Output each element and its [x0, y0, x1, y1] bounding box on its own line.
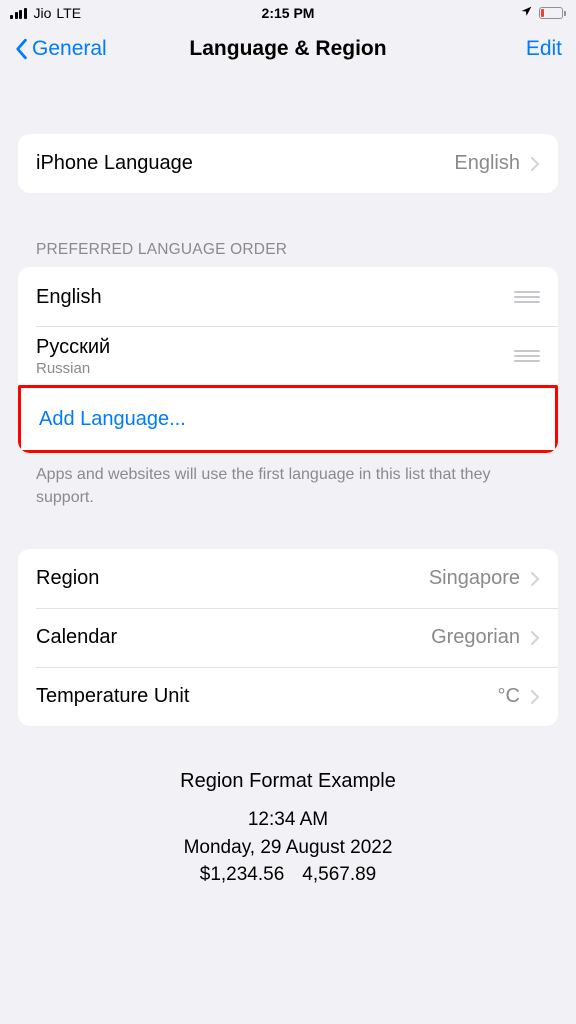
- chevron-right-icon: [530, 689, 540, 705]
- row-label: Temperature Unit: [36, 685, 189, 708]
- row-label: Calendar: [36, 626, 117, 649]
- drag-handle-icon[interactable]: [514, 350, 544, 362]
- example-number: 4,567.89: [302, 861, 376, 889]
- example-money: $1,234.56: [200, 861, 285, 889]
- row-value: Gregorian: [431, 626, 520, 649]
- back-label: General: [32, 37, 107, 61]
- chevron-right-icon: [530, 156, 540, 172]
- preferred-language-card: English Русский Russian Add Language...: [18, 267, 558, 453]
- row-label: iPhone Language: [36, 152, 193, 175]
- highlight-box: Add Language...: [18, 385, 558, 453]
- chevron-right-icon: [530, 630, 540, 646]
- language-item-russian[interactable]: Русский Russian: [18, 326, 558, 385]
- calendar-row[interactable]: Calendar Gregorian: [18, 608, 558, 667]
- location-icon: [520, 5, 533, 21]
- preferred-footer: Apps and websites will use the first lan…: [18, 453, 558, 509]
- example-time: 12:34 AM: [18, 806, 558, 834]
- preferred-header: PREFERRED LANGUAGE ORDER: [18, 241, 558, 267]
- iphone-language-row[interactable]: iPhone Language English: [18, 134, 558, 193]
- region-settings-card: Region Singapore Calendar Gregorian Temp…: [18, 549, 558, 726]
- drag-handle-icon[interactable]: [514, 291, 544, 303]
- row-value: English: [454, 152, 520, 175]
- status-bar: Jio LTE 2:15 PM: [0, 0, 576, 24]
- signal-icon: [10, 8, 27, 19]
- row-value: °C: [498, 685, 520, 708]
- row-label: Region: [36, 567, 99, 590]
- add-language-label: Add Language...: [39, 408, 186, 431]
- chevron-right-icon: [530, 571, 540, 587]
- add-language-row[interactable]: Add Language...: [21, 388, 555, 450]
- nav-bar: General Language & Region Edit: [0, 24, 576, 74]
- status-left: Jio LTE: [10, 5, 81, 21]
- back-button[interactable]: General: [14, 37, 107, 61]
- page-title: Language & Region: [189, 37, 386, 61]
- language-native: Русский: [36, 335, 110, 359]
- temperature-row[interactable]: Temperature Unit °C: [18, 667, 558, 726]
- row-value: Singapore: [429, 567, 520, 590]
- carrier-label: Jio: [34, 5, 52, 21]
- region-format-example: Region Format Example 12:34 AM Monday, 2…: [18, 770, 558, 889]
- example-date: Monday, 29 August 2022: [18, 834, 558, 862]
- language-item-english[interactable]: English: [18, 267, 558, 326]
- status-right: [520, 5, 566, 21]
- example-title: Region Format Example: [18, 770, 558, 793]
- status-time: 2:15 PM: [262, 5, 315, 21]
- language-native: English: [36, 285, 102, 309]
- edit-button[interactable]: Edit: [526, 37, 562, 61]
- network-type: LTE: [56, 5, 81, 21]
- iphone-language-card: iPhone Language English: [18, 134, 558, 193]
- region-row[interactable]: Region Singapore: [18, 549, 558, 608]
- battery-icon: [539, 7, 566, 19]
- chevron-left-icon: [14, 38, 28, 60]
- language-sub: Russian: [36, 360, 110, 377]
